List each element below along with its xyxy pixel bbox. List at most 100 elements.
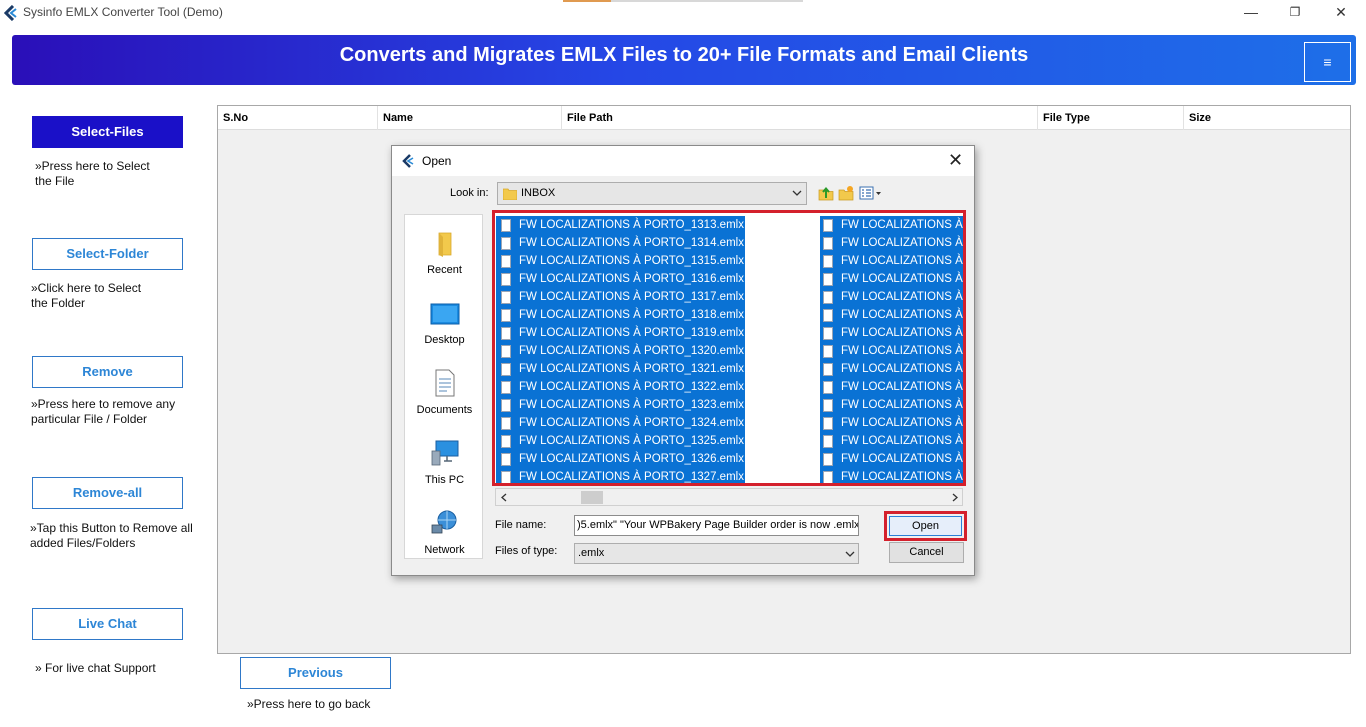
file-item[interactable]: FW LOCALIZATIONS À PORTO_1317.emlx bbox=[496, 288, 745, 306]
place-desktop[interactable]: Desktop bbox=[405, 303, 484, 346]
file-item[interactable]: FW LOCALIZATIONS À PORTO_1318.emlx bbox=[496, 306, 745, 324]
app-logo-icon bbox=[4, 5, 17, 21]
document-icon bbox=[501, 326, 511, 340]
menu-button[interactable]: ≡ bbox=[1304, 42, 1351, 82]
scroll-left-icon[interactable] bbox=[500, 493, 507, 502]
remove-button[interactable]: Remove bbox=[32, 356, 183, 388]
file-item[interactable]: FW LOCALIZATIONS À bbox=[820, 288, 963, 306]
document-icon bbox=[501, 380, 511, 394]
column-header-file-path[interactable]: File Path bbox=[562, 106, 1038, 130]
note-line: »Tap this Button to Remove all bbox=[30, 521, 193, 535]
file-name: FW LOCALIZATIONS À bbox=[841, 453, 963, 465]
file-item[interactable]: FW LOCALIZATIONS À PORTO_1323.emlx bbox=[496, 396, 745, 414]
file-item[interactable]: FW LOCALIZATIONS À PORTO_1315.emlx bbox=[496, 252, 745, 270]
file-name: FW LOCALIZATIONS À bbox=[841, 471, 963, 483]
document-icon bbox=[501, 416, 511, 430]
restore-button[interactable]: ❐ bbox=[1280, 2, 1310, 22]
file-name-label: File name: bbox=[495, 519, 547, 531]
file-item[interactable]: FW LOCALIZATIONS À bbox=[820, 342, 963, 360]
column-header-file-type[interactable]: File Type bbox=[1038, 106, 1184, 130]
file-item[interactable]: FW LOCALIZATIONS À PORTO_1313.emlx bbox=[496, 216, 745, 234]
file-item[interactable]: FW LOCALIZATIONS À bbox=[820, 414, 963, 432]
file-item[interactable]: FW LOCALIZATIONS À PORTO_1322.emlx bbox=[496, 378, 745, 396]
up-folder-icon[interactable] bbox=[818, 185, 834, 201]
dialog-title: Open bbox=[422, 154, 452, 168]
file-item[interactable]: FW LOCALIZATIONS À PORTO_1320.emlx bbox=[496, 342, 745, 360]
document-icon bbox=[823, 344, 833, 358]
document-icon bbox=[823, 398, 833, 412]
live-chat-button[interactable]: Live Chat bbox=[32, 608, 183, 640]
file-name: FW LOCALIZATIONS À bbox=[841, 381, 963, 393]
file-item[interactable]: FW LOCALIZATIONS À PORTO_1321.emlx bbox=[496, 360, 745, 378]
file-item[interactable]: FW LOCALIZATIONS À bbox=[820, 324, 963, 342]
previous-button[interactable]: Previous bbox=[240, 657, 391, 689]
document-icon bbox=[823, 452, 833, 466]
scroll-right-icon[interactable] bbox=[952, 493, 959, 502]
dialog-close-button[interactable]: ✕ bbox=[948, 150, 963, 171]
file-item[interactable]: FW LOCALIZATIONS À bbox=[820, 306, 963, 324]
file-item[interactable]: FW LOCALIZATIONS À bbox=[820, 234, 963, 252]
file-item[interactable]: FW LOCALIZATIONS À bbox=[820, 360, 963, 378]
note-line: particular File / Folder bbox=[31, 412, 148, 426]
place-documents[interactable]: Documents bbox=[405, 369, 484, 416]
scrollbar-thumb[interactable] bbox=[581, 491, 603, 504]
new-folder-icon[interactable] bbox=[838, 185, 854, 201]
place-this-pc[interactable]: This PC bbox=[405, 439, 484, 486]
file-item[interactable]: FW LOCALIZATIONS À bbox=[820, 432, 963, 450]
document-icon bbox=[823, 254, 833, 268]
file-item[interactable]: FW LOCALIZATIONS À bbox=[820, 270, 963, 288]
file-item[interactable]: FW LOCALIZATIONS À PORTO_1324.emlx bbox=[496, 414, 745, 432]
file-item[interactable]: FW LOCALIZATIONS À PORTO_1314.emlx bbox=[496, 234, 745, 252]
file-item[interactable]: FW LOCALIZATIONS À bbox=[820, 468, 963, 483]
file-item[interactable]: FW LOCALIZATIONS À PORTO_1326.emlx bbox=[496, 450, 745, 468]
column-header-name[interactable]: Name bbox=[378, 106, 562, 130]
look-in-dropdown[interactable]: INBOX bbox=[497, 182, 807, 205]
column-header-sno[interactable]: S.No bbox=[218, 106, 378, 130]
file-name: FW LOCALIZATIONS À PORTO_1315.emlx bbox=[519, 255, 744, 267]
file-item[interactable]: FW LOCALIZATIONS À bbox=[820, 450, 963, 468]
file-name: FW LOCALIZATIONS À PORTO_1314.emlx bbox=[519, 237, 744, 249]
select-files-button[interactable]: Select-Files bbox=[32, 116, 183, 148]
file-item[interactable]: FW LOCALIZATIONS À bbox=[820, 216, 963, 234]
place-network[interactable]: Network bbox=[405, 509, 484, 556]
document-icon bbox=[823, 308, 833, 322]
file-item[interactable]: FW LOCALIZATIONS À bbox=[820, 378, 963, 396]
file-name: FW LOCALIZATIONS À bbox=[841, 345, 963, 357]
file-name: FW LOCALIZATIONS À PORTO_1324.emlx bbox=[519, 417, 744, 429]
file-item[interactable]: FW LOCALIZATIONS À bbox=[820, 396, 963, 414]
app-title: Sysinfo EMLX Converter Tool (Demo) bbox=[23, 5, 223, 19]
remove-all-button[interactable]: Remove-all bbox=[32, 477, 183, 509]
file-item[interactable]: FW LOCALIZATIONS À bbox=[820, 252, 963, 270]
top-accent bbox=[563, 0, 611, 2]
file-name: FW LOCALIZATIONS À PORTO_1326.emlx bbox=[519, 453, 744, 465]
place-label: Network bbox=[424, 544, 465, 556]
live-chat-note: » For live chat Support bbox=[35, 661, 156, 676]
file-name-input[interactable]: )5.emlx" "Your WPBakery Page Builder ord… bbox=[574, 515, 859, 536]
close-button[interactable]: ✕ bbox=[1326, 2, 1356, 22]
select-files-note: »Press here to Select the File bbox=[35, 159, 150, 189]
file-name: FW LOCALIZATIONS À bbox=[841, 219, 963, 231]
chevron-down-icon bbox=[845, 551, 855, 557]
cancel-button[interactable]: Cancel bbox=[889, 542, 964, 563]
file-item[interactable]: FW LOCALIZATIONS À PORTO_1327.emlx bbox=[496, 468, 745, 483]
document-icon bbox=[823, 380, 833, 394]
previous-note: »Press here to go back bbox=[247, 697, 371, 711]
file-item[interactable]: FW LOCALIZATIONS À PORTO_1325.emlx bbox=[496, 432, 745, 450]
place-recent[interactable]: Recent bbox=[405, 231, 484, 276]
select-folder-button[interactable]: Select-Folder bbox=[32, 238, 183, 270]
column-header-size[interactable]: Size bbox=[1184, 106, 1350, 130]
open-button[interactable]: Open bbox=[889, 516, 962, 536]
view-menu-icon[interactable] bbox=[859, 185, 883, 201]
document-icon bbox=[501, 308, 511, 322]
look-in-value: INBOX bbox=[521, 187, 556, 199]
horizontal-scrollbar[interactable] bbox=[495, 488, 963, 506]
files-of-type-dropdown[interactable]: .emlx bbox=[574, 543, 859, 564]
file-item[interactable]: FW LOCALIZATIONS À PORTO_1316.emlx bbox=[496, 270, 745, 288]
file-item[interactable]: FW LOCALIZATIONS À PORTO_1319.emlx bbox=[496, 324, 745, 342]
place-label: Recent bbox=[427, 264, 462, 276]
document-icon bbox=[501, 254, 511, 268]
file-name: FW LOCALIZATIONS À bbox=[841, 435, 963, 447]
file-name: FW LOCALIZATIONS À PORTO_1319.emlx bbox=[519, 327, 744, 339]
minimize-button[interactable]: — bbox=[1236, 2, 1266, 22]
file-list[interactable]: FW LOCALIZATIONS À PORTO_1313.emlx FW LO… bbox=[492, 210, 966, 486]
